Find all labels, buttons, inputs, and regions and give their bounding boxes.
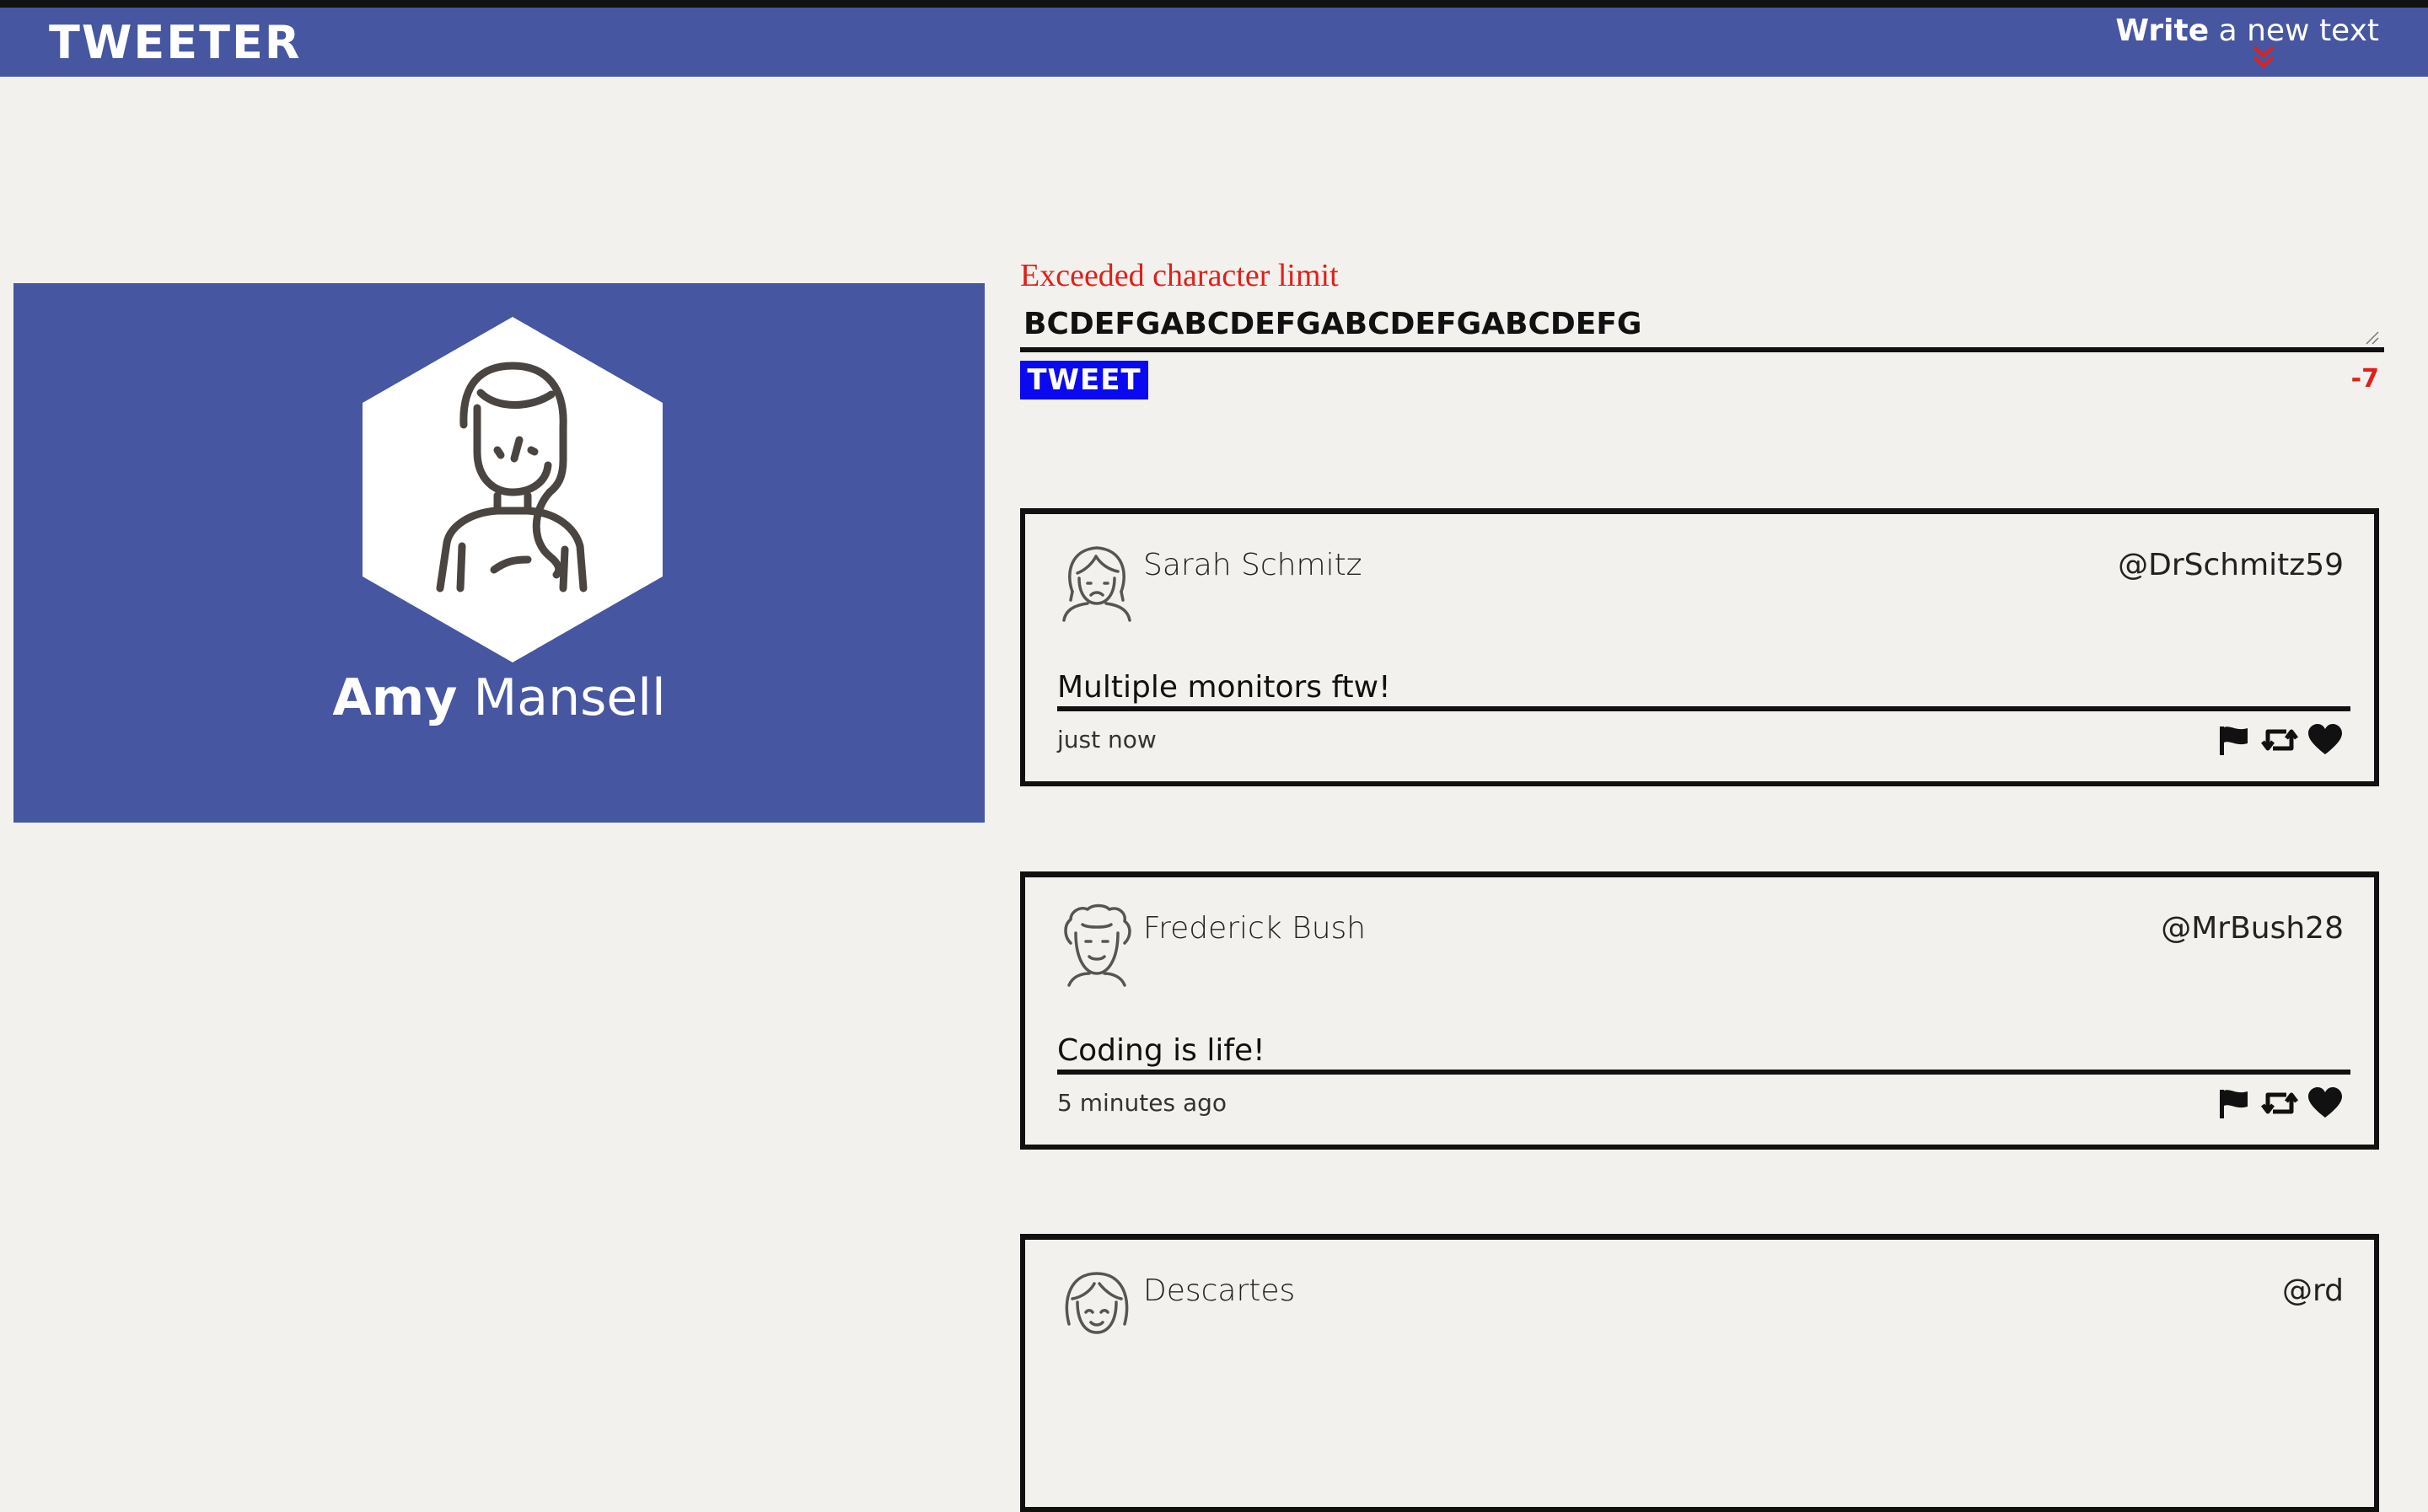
tweet-card: Sarah Schmitz @DrSchmitz59 Multiple moni… (1020, 508, 2379, 786)
user-avatar-icon (1064, 903, 1131, 987)
flag-icon[interactable] (2216, 723, 2253, 757)
tweet-author-handle: @rd (2281, 1273, 2344, 1308)
profile-card: Amy Mansell (13, 283, 985, 823)
flag-icon[interactable] (2216, 1086, 2253, 1120)
tweet-author-handle: @DrSchmitz59 (2118, 548, 2344, 582)
tweet-card: Descartes @rd (1020, 1234, 2379, 1512)
navbar: TWEETER Write a new text (0, 8, 2428, 77)
tweet-content: Coding is life! (1057, 1032, 2350, 1075)
write-new-text-link[interactable]: Write a new text (2115, 13, 2379, 50)
char-limit-error: Exceeded character limit (1020, 258, 1339, 293)
profile-last-name: Mansell (473, 668, 666, 727)
tweet-author-name: Sarah Schmitz (1143, 548, 1362, 582)
retweet-icon[interactable] (2261, 723, 2298, 757)
profile-name: Amy Mansell (13, 666, 985, 730)
tweet-author-handle: @MrBush28 (2161, 911, 2344, 946)
char-counter: -7 (2350, 364, 2379, 394)
tweet-content: Multiple monitors ftw! (1057, 669, 2350, 711)
write-label-rest: a new text (2209, 13, 2379, 48)
resize-grip-icon[interactable] (2365, 330, 2380, 346)
tweet-button[interactable]: TWEET (1020, 361, 1148, 399)
heart-icon[interactable] (2307, 723, 2344, 757)
heart-icon[interactable] (2307, 1086, 2344, 1120)
profile-first-name: Amy (332, 668, 458, 727)
tweet-card: Frederick Bush @MrBush28 Coding is life!… (1020, 871, 2379, 1150)
write-label: Write (2115, 13, 2210, 48)
top-border (0, 0, 2428, 8)
tweet-author-name: Frederick Bush (1143, 911, 1367, 946)
profile-avatar-icon (363, 317, 663, 662)
tweet-input[interactable]: BCDEFGABCDEFGABCDEFGABCDEFG (1020, 307, 2384, 352)
tweet-actions (2216, 721, 2344, 759)
tweet-actions (2216, 1085, 2344, 1122)
tweet-timestamp: just now (1057, 726, 1157, 753)
user-avatar-icon (1065, 1272, 1129, 1334)
user-avatar-icon (1062, 546, 1131, 622)
retweet-icon[interactable] (2261, 1086, 2298, 1120)
tweet-author-name: Descartes (1143, 1273, 1296, 1308)
brand-logo[interactable]: TWEETER (49, 18, 301, 68)
double-chevron-down-icon[interactable] (2251, 44, 2276, 71)
tweet-timestamp: 5 minutes ago (1057, 1089, 1227, 1117)
